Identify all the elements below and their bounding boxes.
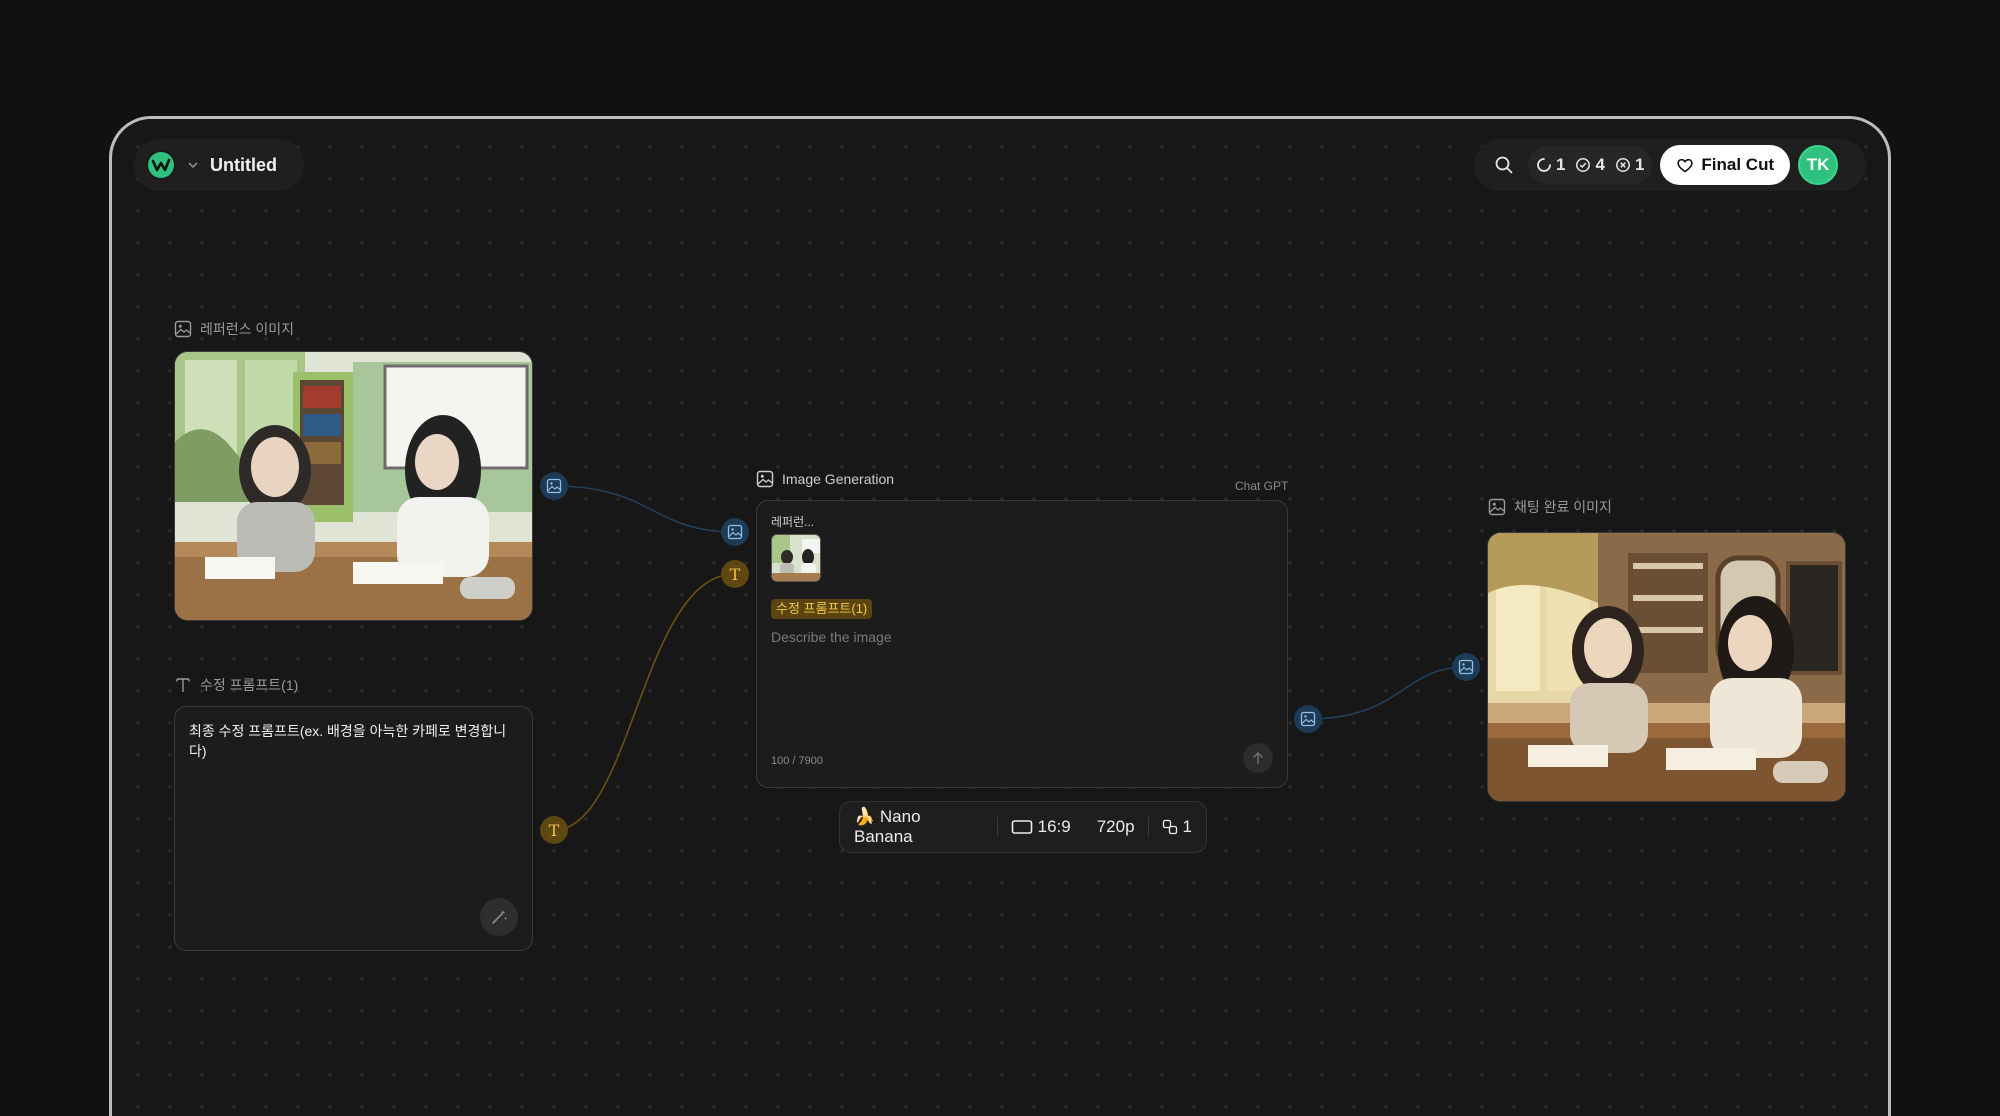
final-cut-label: Final Cut [1701, 155, 1775, 174]
loading-icon [1537, 158, 1551, 172]
wire-prompt-to-generation [553, 573, 736, 831]
model-selector[interactable]: 🍌 Nano Banana [854, 807, 997, 847]
edit-prompt-textarea[interactable]: 최종 수정 프롬프트(ex. 배경을 아늑한 카페로 변경합니다) [174, 706, 533, 951]
result-image[interactable] [1487, 532, 1846, 802]
output-count-value: 1 [1182, 817, 1192, 836]
edit-prompt-node-header: 수정 프롬프트(1) [174, 675, 298, 695]
resolution-value: 720p [1096, 817, 1135, 836]
image-generation-label: Image Generation [782, 471, 895, 487]
reference-thumbnail-image [772, 535, 820, 581]
text-icon [176, 678, 190, 692]
stat-failed: 1 [1615, 155, 1644, 175]
image-port-icon [1458, 659, 1474, 675]
text-port-icon: T [548, 820, 560, 840]
result-image-input-port[interactable] [1452, 653, 1480, 681]
aspect-ratio-icon [1011, 820, 1032, 834]
wire-generation-to-result [1307, 666, 1467, 720]
project-title[interactable]: Untitled [210, 155, 277, 176]
reference-image[interactable] [174, 351, 533, 621]
search-button[interactable] [1486, 147, 1522, 183]
chevron-down-icon[interactable] [186, 158, 200, 172]
cafe-illustration [1488, 533, 1845, 801]
reference-image-output-port[interactable] [540, 472, 568, 500]
aspect-ratio-selector[interactable]: 16:9 [998, 817, 1084, 837]
character-counter: 100 / 7900 [771, 755, 823, 767]
stat-running-count: 1 [1556, 155, 1566, 174]
job-status-group[interactable]: 1 4 1 [1528, 146, 1653, 184]
prompt-reference-tag[interactable]: 수정 프롬프트(1) [771, 599, 873, 619]
image-icon [1488, 498, 1506, 516]
reference-thumbnail[interactable] [771, 534, 821, 582]
generation-text-input-port[interactable]: T [721, 560, 749, 588]
magic-wand-icon [492, 910, 507, 924]
project-menu[interactable]: Untitled [134, 139, 304, 191]
app-logo-icon [146, 150, 176, 180]
edit-prompt-text[interactable]: 최종 수정 프롬프트(ex. 배경을 아늑한 카페로 변경합니다) [175, 707, 532, 775]
classroom-illustration [175, 352, 532, 620]
image-port-icon [546, 478, 562, 494]
wire-reference-to-generation [553, 485, 736, 533]
check-circle-icon [1576, 158, 1591, 172]
reference-image-node-header: 레퍼런스 이미지 [174, 319, 294, 339]
image-icon [174, 320, 192, 338]
canvas-frame[interactable]: Untitled 1 4 1 Final Cut TK 레퍼런스 이미지 수정 … [109, 116, 1891, 1116]
result-image-node-header: 채팅 완료 이미지 [1488, 497, 1612, 517]
stat-failed-count: 1 [1634, 155, 1645, 174]
avatar[interactable]: TK [1798, 145, 1839, 185]
final-cut-button[interactable]: Final Cut [1660, 145, 1791, 185]
model-name: 🍌 Nano Banana [854, 807, 921, 846]
copies-icon [1162, 819, 1177, 835]
generation-image-input-port[interactable] [721, 518, 749, 546]
submit-button[interactable] [1243, 743, 1273, 773]
top-toolbar: 1 4 1 Final Cut TK [1474, 139, 1866, 191]
provider-label: Chat GPT [1235, 479, 1289, 493]
reference-chip-label: 레퍼런... [771, 515, 815, 529]
stat-running: 1 [1536, 155, 1565, 175]
image-generation-card[interactable]: 레퍼런... 수정 프롬프트(1) Describe the image 100… [756, 500, 1288, 788]
generation-image-output-port[interactable] [1294, 705, 1322, 733]
image-icon [756, 470, 774, 488]
result-image-label: 채팅 완료 이미지 [1514, 499, 1612, 515]
heart-icon [1677, 158, 1694, 173]
resolution-selector[interactable]: 720p [1084, 817, 1148, 837]
image-generation-node-header: Image Generation [756, 470, 894, 488]
stat-completed: 4 [1575, 155, 1605, 175]
edit-prompt-label: 수정 프롬프트(1) [200, 677, 299, 693]
x-circle-icon [1615, 158, 1630, 172]
output-count-selector[interactable]: 1 [1149, 817, 1192, 837]
aspect-ratio-value: 16:9 [1037, 817, 1071, 836]
search-icon [1495, 156, 1513, 174]
stat-completed-count: 4 [1595, 155, 1605, 174]
describe-image-input[interactable]: Describe the image [771, 629, 892, 645]
edit-prompt-output-port[interactable]: T [540, 816, 568, 844]
image-port-icon [1300, 711, 1316, 727]
arrow-up-icon [1253, 751, 1263, 764]
text-port-icon: T [729, 564, 741, 584]
generation-settings-bar: 🍌 Nano Banana 16:9 720p 1 [839, 801, 1207, 853]
image-port-icon [727, 524, 743, 540]
reference-image-label: 레퍼런스 이미지 [200, 321, 295, 337]
magic-wand-button[interactable] [480, 898, 518, 936]
